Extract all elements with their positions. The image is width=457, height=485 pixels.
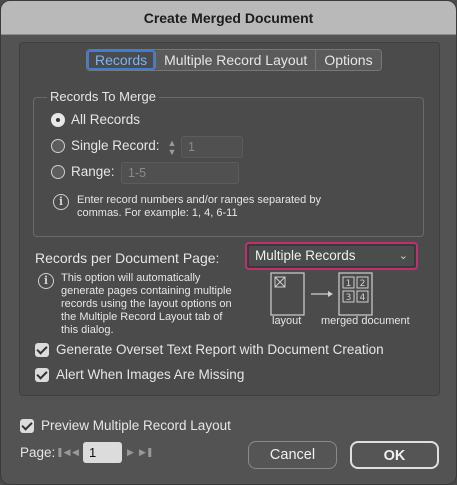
range-help-line: Enter record numbers and/or ranges separ… bbox=[77, 194, 321, 206]
arrow-right-icon bbox=[311, 291, 333, 297]
tab-multiple-record-layout[interactable]: Multiple Record Layout bbox=[156, 50, 317, 70]
range-help-line: commas. For example: 1, 4, 6-11 bbox=[77, 207, 238, 219]
layout-page-icon bbox=[270, 272, 305, 316]
diagram-layout-label: layout bbox=[272, 315, 302, 327]
records-per-page-label: Records per Document Page: bbox=[35, 250, 220, 266]
page-number-input[interactable]: 1 bbox=[83, 442, 122, 463]
grid-number: 1 bbox=[346, 279, 352, 289]
page-label: Page: bbox=[20, 445, 56, 460]
images-missing-label[interactable]: Alert When Images Are Missing bbox=[56, 367, 244, 382]
preview-layout-checkbox[interactable] bbox=[20, 419, 34, 433]
overset-report-label[interactable]: Generate Overset Text Report with Docume… bbox=[56, 342, 384, 357]
help-line: the Multiple Record Layout tab of bbox=[61, 311, 223, 323]
tab-options[interactable]: Options bbox=[316, 50, 381, 70]
records-per-page-select[interactable]: Multiple Records ⌄ bbox=[245, 242, 418, 270]
help-line: This option will automatically bbox=[61, 272, 201, 284]
cancel-button[interactable]: Cancel bbox=[248, 441, 337, 469]
all-records-label[interactable]: All Records bbox=[71, 112, 140, 127]
all-records-radio[interactable] bbox=[51, 113, 65, 127]
tab-bar: Records Multiple Record Layout Options bbox=[86, 49, 382, 71]
chevron-down-icon: ⌄ bbox=[398, 250, 408, 262]
images-missing-checkbox[interactable] bbox=[35, 368, 49, 382]
info-icon: i bbox=[53, 194, 69, 210]
single-record-input[interactable]: 1 bbox=[181, 136, 243, 158]
range-help-text: Enter record numbers and/or ranges separ… bbox=[77, 194, 321, 220]
preview-layout-label[interactable]: Preview Multiple Record Layout bbox=[41, 418, 231, 433]
overset-report-checkbox[interactable] bbox=[35, 343, 49, 357]
grid-number: 3 bbox=[346, 293, 352, 303]
records-per-page-value: Multiple Records bbox=[255, 248, 356, 263]
merged-document-icon: 1 2 3 4 bbox=[338, 272, 373, 316]
help-line: records using the layout options on bbox=[61, 298, 232, 310]
single-record-label[interactable]: Single Record: bbox=[71, 138, 160, 153]
last-page-icon[interactable]: ▶❚ bbox=[139, 447, 153, 458]
grid-number: 2 bbox=[360, 279, 366, 289]
range-radio[interactable] bbox=[51, 165, 65, 179]
next-page-icon[interactable]: ▶ bbox=[127, 447, 134, 458]
help-line: generate pages containing multiple bbox=[61, 285, 232, 297]
records-per-page-help-text: This option will automatically generate … bbox=[61, 272, 232, 337]
previous-page-icon[interactable]: ◀ bbox=[72, 447, 79, 458]
dialog-title: Create Merged Document bbox=[1, 1, 456, 35]
merge-layout-diagram: 1 2 3 4 bbox=[270, 272, 373, 316]
create-merged-document-dialog: Create Merged Document Records Multiple … bbox=[0, 0, 457, 485]
single-record-radio[interactable] bbox=[51, 139, 65, 153]
help-line: this dialog. bbox=[61, 324, 114, 336]
first-page-icon[interactable]: ❚◀ bbox=[56, 447, 70, 458]
grid-number: 4 bbox=[360, 293, 366, 303]
info-icon: i bbox=[38, 273, 54, 289]
diagram-merged-label: merged document bbox=[321, 315, 410, 327]
records-to-merge-title: Records To Merge bbox=[47, 89, 159, 104]
range-label[interactable]: Range: bbox=[71, 164, 115, 179]
single-record-stepper[interactable]: ▲ ▼ bbox=[163, 137, 181, 159]
chevron-down-icon[interactable]: ▼ bbox=[168, 147, 177, 157]
tab-records[interactable]: Records bbox=[87, 50, 157, 70]
ok-button[interactable]: OK bbox=[350, 441, 439, 469]
range-input[interactable]: 1-5 bbox=[121, 162, 239, 184]
